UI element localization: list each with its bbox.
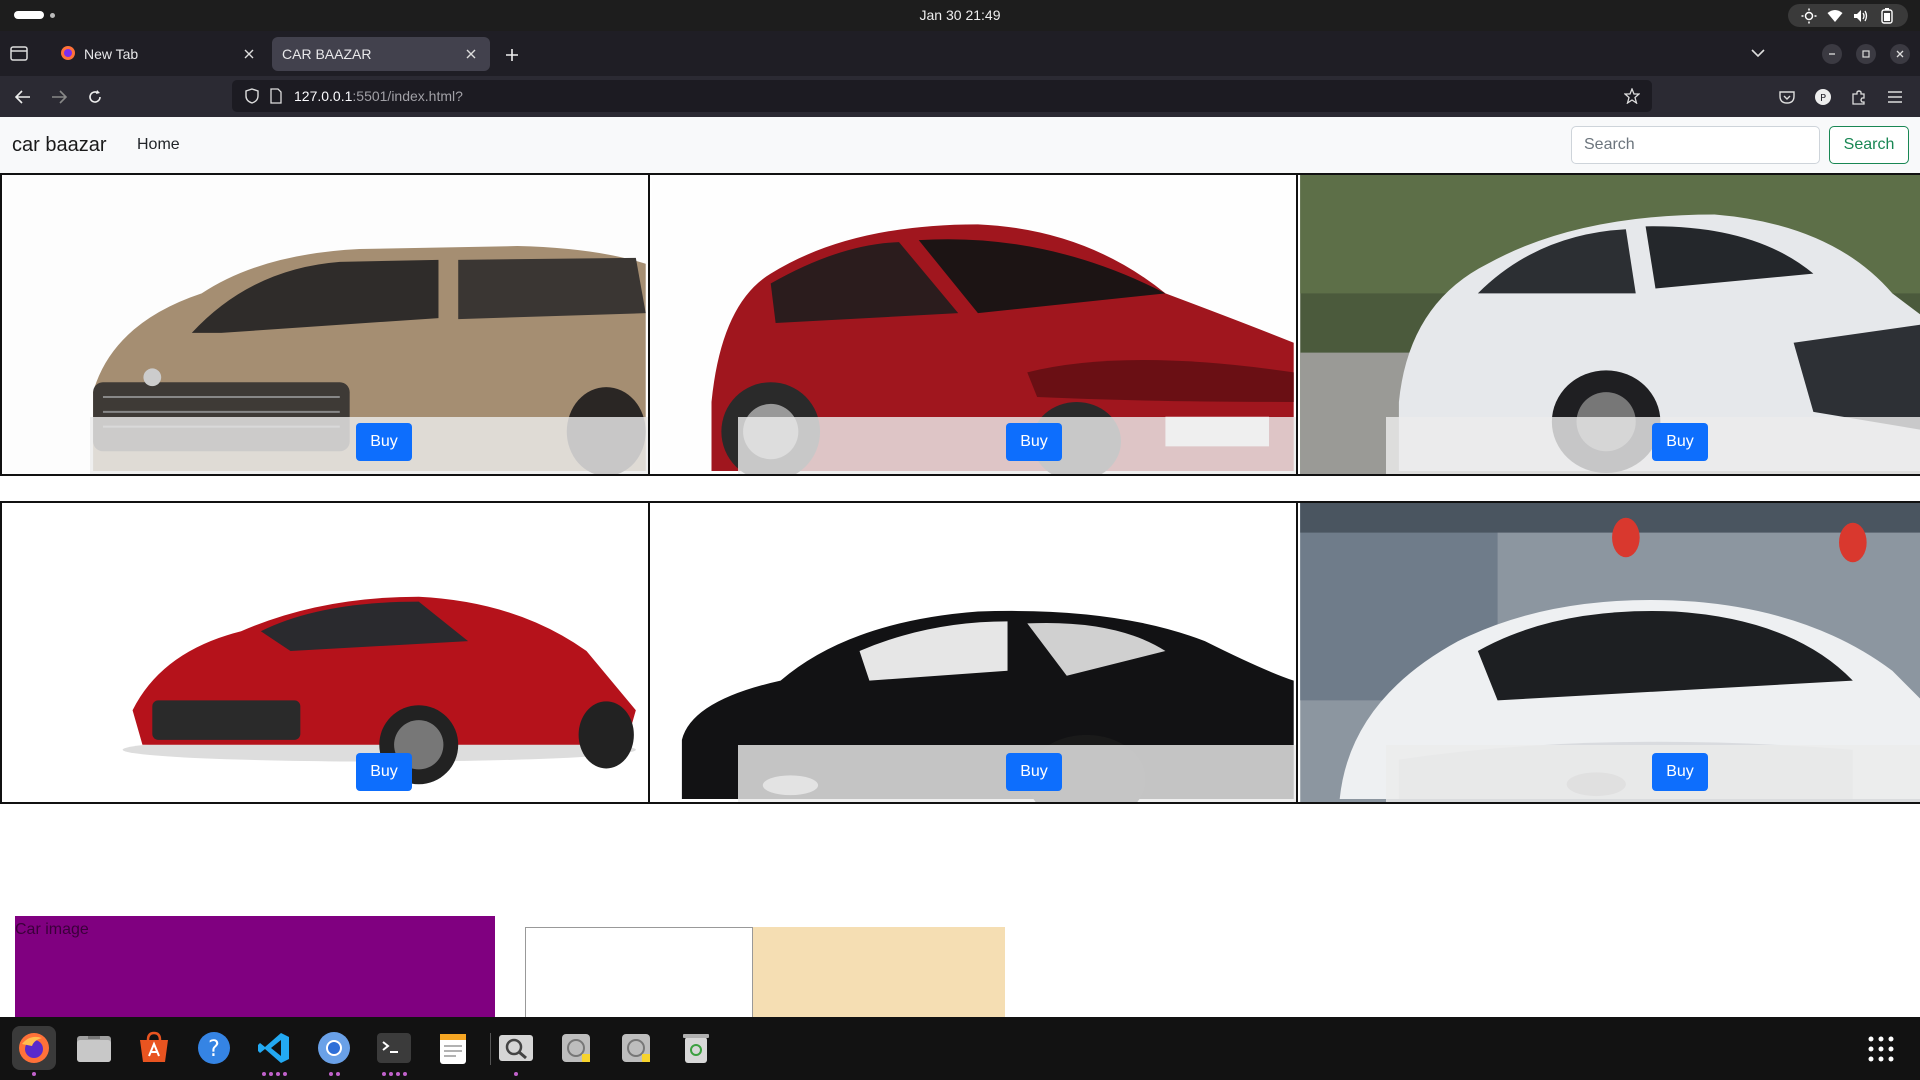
running-indicator xyxy=(372,1072,416,1076)
reload-icon[interactable] xyxy=(84,86,106,108)
system-top-bar: Jan 30 21:49 xyxy=(0,0,1920,31)
car-card: Buy xyxy=(0,501,650,804)
ubuntu-dock: ? xyxy=(0,1017,1920,1080)
url-path: :5501/index.html? xyxy=(352,88,463,104)
svg-text:P: P xyxy=(1820,93,1826,104)
extensions-icon[interactable] xyxy=(1848,86,1870,108)
buy-button[interactable]: Buy xyxy=(1652,423,1708,461)
activities-button[interactable] xyxy=(14,11,55,19)
web-page: car baazar Home Search Buy xyxy=(0,117,1920,1017)
car-image-box: Car image xyxy=(15,916,495,1017)
wheat-panel xyxy=(753,927,1005,1017)
close-tab-icon[interactable] xyxy=(240,45,258,63)
car-image-label: Car image xyxy=(15,921,89,938)
tab-label: New Tab xyxy=(84,46,139,62)
workspace-indicator xyxy=(14,11,44,19)
running-indicator xyxy=(252,1072,296,1076)
red-sports-car-image xyxy=(4,503,646,802)
disk-icon[interactable] xyxy=(554,1026,598,1070)
car-card: Buy xyxy=(1296,173,1920,476)
minimize-window-icon[interactable] xyxy=(1822,44,1842,64)
trash-icon[interactable] xyxy=(674,1026,718,1070)
disk-alt-icon[interactable] xyxy=(614,1026,658,1070)
buy-button[interactable]: Buy xyxy=(1006,423,1062,461)
help-icon[interactable]: ? xyxy=(192,1026,236,1070)
pocket-icon[interactable] xyxy=(1776,86,1798,108)
car-card: Buy xyxy=(0,173,650,476)
page-info-icon[interactable] xyxy=(270,88,282,109)
car-card: Buy xyxy=(648,501,1298,804)
running-indicator xyxy=(312,1072,356,1076)
tab-new-tab[interactable]: New Tab xyxy=(50,37,268,71)
buy-button[interactable]: Buy xyxy=(1006,753,1062,791)
volume-icon xyxy=(1852,7,1870,25)
browser-nav-bar: 127.0.0.1:5501/index.html? P xyxy=(0,76,1920,117)
running-indicator xyxy=(12,1072,56,1076)
firefox-favicon-icon xyxy=(60,45,76,64)
battery-icon xyxy=(1878,7,1896,25)
running-indicator xyxy=(494,1072,538,1076)
buy-button[interactable]: Buy xyxy=(356,423,412,461)
bookmark-star-icon[interactable] xyxy=(1623,87,1641,109)
tab-label: CAR BAAZAR xyxy=(282,46,372,62)
workspace-dot xyxy=(50,13,55,18)
car-card: Buy xyxy=(648,173,1298,476)
hamburger-menu-icon[interactable] xyxy=(1884,86,1906,108)
nav-link-home[interactable]: Home xyxy=(137,117,180,173)
vscode-icon[interactable] xyxy=(252,1026,296,1076)
forward-arrow-icon[interactable] xyxy=(48,86,70,108)
account-avatar-icon[interactable]: P xyxy=(1812,86,1834,108)
search-input[interactable] xyxy=(1571,126,1820,164)
firefox-view-icon[interactable] xyxy=(10,45,30,63)
brightness-icon xyxy=(1800,7,1818,25)
image-viewer-icon[interactable] xyxy=(494,1026,538,1076)
terminal-icon[interactable] xyxy=(372,1026,416,1076)
restore-window-icon[interactable] xyxy=(1856,44,1876,64)
url-bar[interactable]: 127.0.0.1:5501/index.html? xyxy=(232,80,1652,112)
white-panel xyxy=(525,927,753,1017)
back-arrow-icon[interactable] xyxy=(12,86,34,108)
svg-text:?: ? xyxy=(208,1037,220,1062)
app-center-icon[interactable] xyxy=(132,1026,176,1070)
buy-button[interactable]: Buy xyxy=(1652,753,1708,791)
show-apps-icon[interactable] xyxy=(1866,1034,1896,1064)
text-editor-icon[interactable] xyxy=(432,1026,476,1070)
list-all-tabs-chevron-icon[interactable] xyxy=(1750,45,1770,63)
close-window-icon[interactable] xyxy=(1890,44,1910,64)
new-tab-plus-icon[interactable] xyxy=(500,43,524,67)
browser-tab-strip: New Tab CAR BAAZAR xyxy=(0,31,1920,76)
car-card: Buy xyxy=(1296,501,1920,804)
system-tray[interactable] xyxy=(1788,4,1908,27)
url-host: 127.0.0.1 xyxy=(294,88,353,104)
tab-car-baazar[interactable]: CAR BAAZAR xyxy=(272,37,490,71)
buy-button[interactable]: Buy xyxy=(356,753,412,791)
files-icon[interactable] xyxy=(72,1026,116,1070)
chromium-icon[interactable] xyxy=(312,1026,356,1076)
firefox-icon[interactable] xyxy=(12,1026,56,1076)
dock-separator xyxy=(490,1033,491,1065)
system-clock[interactable]: Jan 30 21:49 xyxy=(860,0,1060,31)
url-text: 127.0.0.1:5501/index.html? xyxy=(294,80,463,112)
close-tab-icon[interactable] xyxy=(462,45,480,63)
search-button[interactable]: Search xyxy=(1829,126,1909,164)
site-navbar: car baazar Home Search xyxy=(0,117,1920,173)
site-brand[interactable]: car baazar xyxy=(12,117,107,173)
wifi-icon xyxy=(1826,7,1844,25)
shield-icon[interactable] xyxy=(245,88,259,109)
